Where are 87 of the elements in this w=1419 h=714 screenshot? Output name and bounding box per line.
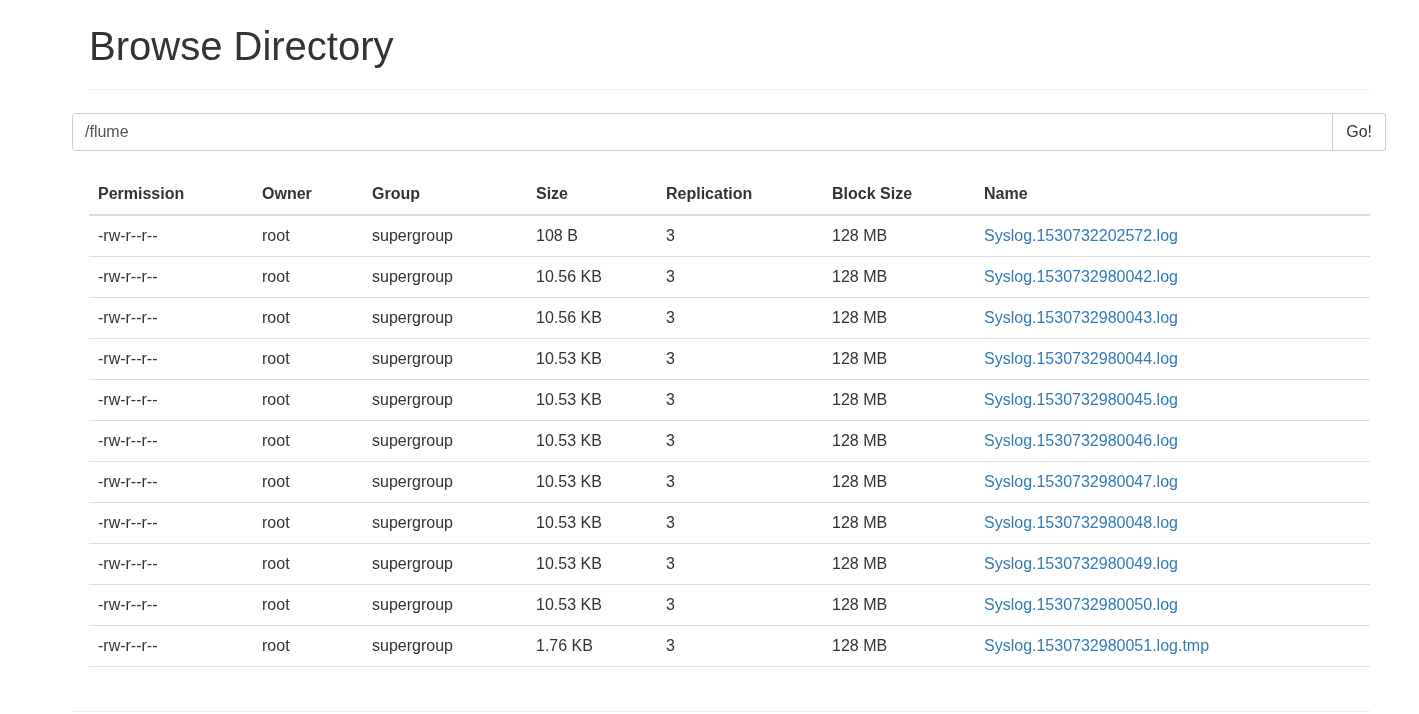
go-button[interactable]: Go! [1333, 113, 1386, 151]
table-cell: 10.53 KB [536, 390, 602, 408]
table-cell: 128 MB [832, 595, 888, 613]
table-cell: 128 MB [832, 472, 888, 490]
table-cell: 3 [666, 595, 675, 613]
column-header: Name [984, 184, 1028, 202]
table-cell: root [262, 595, 290, 613]
table-cell: supergroup [372, 472, 453, 490]
table-cell: 3 [666, 308, 675, 326]
table-cell: -rw-r--r-- [98, 636, 158, 654]
column-header: Owner [262, 184, 312, 202]
table-cell: supergroup [372, 636, 453, 654]
table-cell: 3 [666, 349, 675, 367]
table-cell: root [262, 554, 290, 572]
table-cell: supergroup [372, 431, 453, 449]
table-cell: 108 B [536, 226, 578, 244]
table-cell: 128 MB [832, 267, 888, 285]
table-cell: root [262, 308, 290, 326]
file-link[interactable]: Syslog.1530732980047.log [984, 472, 1178, 490]
table-cell: 128 MB [832, 349, 888, 367]
table-cell: root [262, 390, 290, 408]
table-cell: 3 [666, 390, 675, 408]
file-link[interactable]: Syslog.1530732980050.log [984, 595, 1178, 613]
table-cell: supergroup [372, 267, 453, 285]
table-cell: root [262, 431, 290, 449]
table-cell: 10.53 KB [536, 595, 602, 613]
table-cell: supergroup [372, 595, 453, 613]
column-header: Permission [98, 184, 185, 202]
table-cell: 3 [666, 554, 675, 572]
table-cell: root [262, 267, 290, 285]
table-cell: 1.76 KB [536, 636, 593, 654]
table-cell: -rw-r--r-- [98, 267, 158, 285]
table-cell: 128 MB [832, 226, 888, 244]
file-link[interactable]: Syslog.1530732980043.log [984, 308, 1178, 326]
table-cell: root [262, 513, 290, 531]
table-cell: 10.56 KB [536, 308, 602, 326]
table-cell: root [262, 349, 290, 367]
table-cell: 128 MB [832, 554, 888, 572]
table-cell: -rw-r--r-- [98, 431, 158, 449]
table-cell: 10.53 KB [536, 431, 602, 449]
table-cell: 3 [666, 226, 675, 244]
table-cell: 3 [666, 636, 675, 654]
table-cell: 3 [666, 472, 675, 490]
table-cell: 128 MB [832, 308, 888, 326]
file-link[interactable]: Syslog.1530732980049.log [984, 554, 1178, 572]
file-link[interactable]: Syslog.1530732980046.log [984, 431, 1178, 449]
table-cell: -rw-r--r-- [98, 349, 158, 367]
file-link[interactable]: Syslog.1530732980051.log.tmp [984, 636, 1210, 654]
table-cell: 128 MB [832, 636, 888, 654]
table-cell: 3 [666, 267, 675, 285]
column-header: Replication [666, 184, 753, 202]
table-cell: root [262, 636, 290, 654]
table-cell: 3 [666, 431, 675, 449]
table-cell: -rw-r--r-- [98, 595, 158, 613]
table-cell: 10.53 KB [536, 554, 602, 572]
table-cell: 128 MB [832, 513, 888, 531]
table-cell: 10.53 KB [536, 349, 602, 367]
table-cell: 128 MB [832, 431, 888, 449]
table-cell: supergroup [372, 349, 453, 367]
table-cell: 3 [666, 513, 675, 531]
file-link[interactable]: Syslog.1530732980048.log [984, 513, 1178, 531]
column-header: Block Size [832, 184, 913, 202]
table-cell: 10.53 KB [536, 472, 602, 490]
table-cell: -rw-r--r-- [98, 226, 158, 244]
table-cell: supergroup [372, 554, 453, 572]
table-cell: 128 MB [832, 390, 888, 408]
table-cell: -rw-r--r-- [98, 472, 158, 490]
file-link[interactable]: Syslog.1530732980044.log [984, 349, 1178, 367]
table-cell: supergroup [372, 308, 453, 326]
table-cell: supergroup [372, 226, 453, 244]
table-cell: -rw-r--r-- [98, 308, 158, 326]
table-cell: 10.53 KB [536, 513, 602, 531]
file-link[interactable]: Syslog.1530732980042.log [984, 267, 1178, 285]
column-header: Size [536, 184, 568, 202]
table-cell: -rw-r--r-- [98, 554, 158, 572]
table-cell: -rw-r--r-- [98, 390, 158, 408]
column-header: Group [372, 184, 420, 202]
file-link[interactable]: Syslog.1530732980045.log [984, 390, 1178, 408]
table-cell: root [262, 472, 290, 490]
table-cell: 10.56 KB [536, 267, 602, 285]
table-cell: supergroup [372, 513, 453, 531]
path-field[interactable]: /flume [72, 113, 1334, 151]
file-link[interactable]: Syslog.1530732202572.log [984, 226, 1178, 244]
table-cell: root [262, 226, 290, 244]
table-cell: -rw-r--r-- [98, 513, 158, 531]
table-cell: supergroup [372, 390, 453, 408]
page-title: Browse Directory [89, 23, 395, 70]
